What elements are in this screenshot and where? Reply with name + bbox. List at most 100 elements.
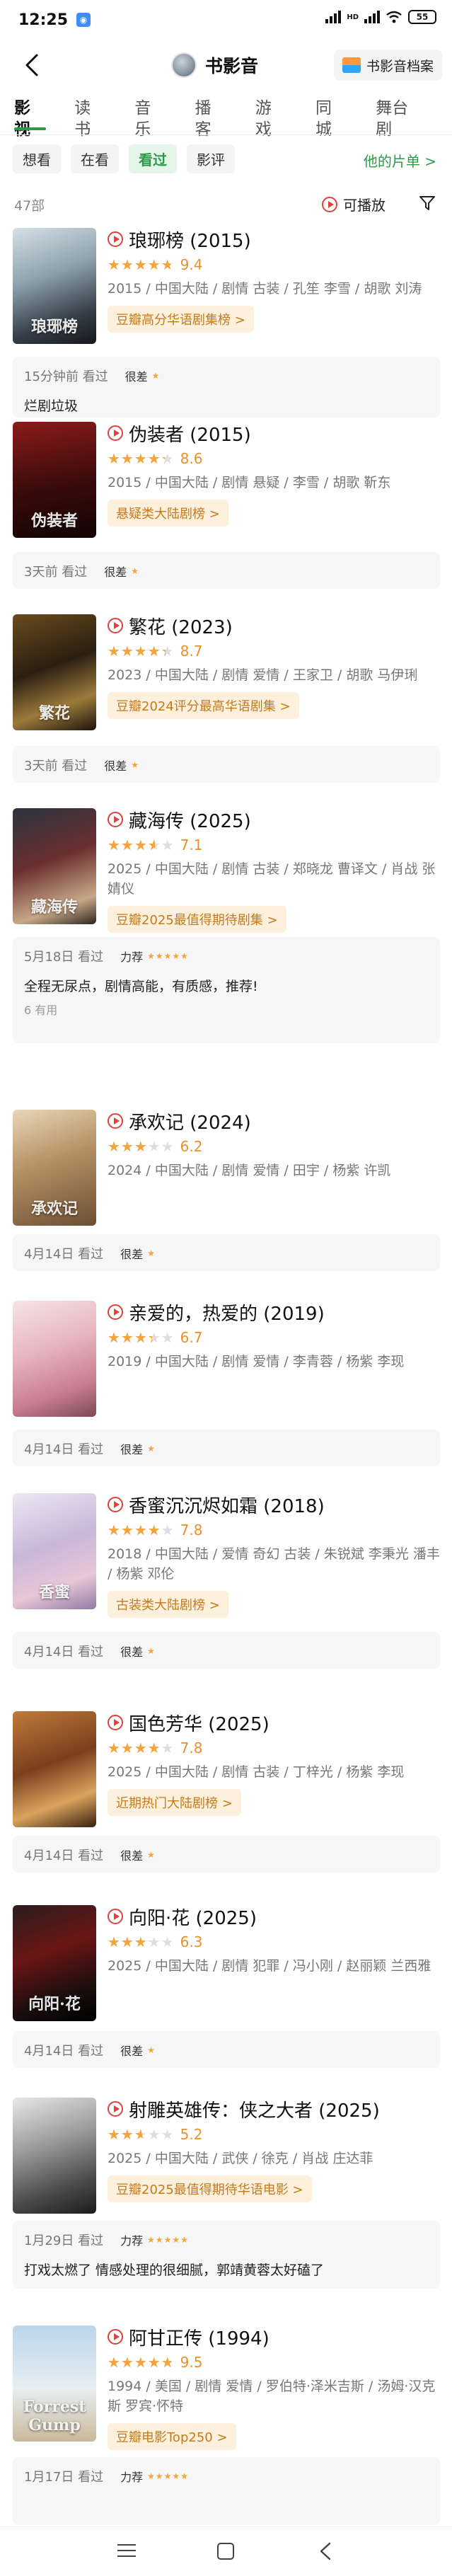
review-box[interactable]: 4月14日 看过 很差 ★	[13, 1234, 440, 1271]
play-icon[interactable]	[108, 2329, 123, 2345]
tab-podcast[interactable]: 播客	[195, 98, 227, 139]
list-item[interactable]: 承欢记 承欢记 (2024) ★★★★★★★★★★ 6.2 2024 / 中国大陆 / …	[0, 1110, 452, 1271]
title-row[interactable]: 亲爱的，热爱的 (2019)	[108, 1299, 440, 1326]
playable-filter[interactable]: 可播放	[322, 194, 386, 214]
tab-theater[interactable]: 舞台剧	[376, 98, 424, 139]
list-item[interactable]: 射雕英雄传：侠之大者 (2025) ★★★★★★★★★★ 5.2 2025 / 中国大…	[0, 2098, 452, 2289]
poster-image[interactable]	[13, 1711, 96, 1827]
item-title[interactable]: 香蜜沉沉烬如霜 (2018)	[129, 1492, 325, 1518]
poster-title: 繁花	[38, 704, 70, 723]
home-icon[interactable]	[217, 2543, 234, 2560]
poster-image[interactable]: 香蜜	[13, 1493, 96, 1609]
title-row[interactable]: 射雕英雄传：侠之大者 (2025)	[108, 2096, 440, 2122]
recent-apps-icon[interactable]	[117, 2544, 136, 2558]
title-row[interactable]: 向阳·花 (2025)	[108, 1904, 440, 1930]
user-block[interactable]: 书影音	[171, 52, 258, 78]
playlist-link[interactable]: 他的片单 >	[364, 150, 436, 171]
list-item[interactable]: Forrest Gump 阿甘正传 (1994) ★★★★★ ★★★★★ 9.5 1994…	[0, 2325, 452, 2525]
list-item[interactable]: 伪装者 伪装者 (2015) ★★★★★★★★★★ 8.6 2015 / 中国大陆 / …	[0, 422, 452, 589]
chart-tag[interactable]: 豆瓣电影Top250 >	[108, 2423, 236, 2450]
chart-tag[interactable]: 豆瓣2025最值得期待华语电影 >	[108, 2175, 312, 2202]
tab-books[interactable]: 读书	[74, 98, 106, 139]
poster-image[interactable]: 藏海传	[13, 808, 96, 924]
review-box[interactable]: 4月14日 看过 很差 ★	[13, 1632, 440, 1669]
chart-tag[interactable]: 悬疑类大陆剧榜 >	[108, 500, 228, 527]
play-icon[interactable]	[108, 1715, 123, 1730]
chart-tag[interactable]: 古装类大陆剧榜 >	[108, 1591, 228, 1618]
review-date: 3天前 看过	[24, 565, 88, 580]
tab-music[interactable]: 音乐	[134, 98, 166, 139]
list-item[interactable]: 国色芳华 (2025) ★★★★★★★★★★ 7.8 2025 / 中国大陆 / 剧情…	[0, 1711, 452, 1873]
chart-tag[interactable]: 近期热门大陆剧榜 >	[108, 1789, 241, 1816]
item-title[interactable]: 繁花 (2023)	[129, 613, 233, 639]
poster-image[interactable]: Forrest Gump	[13, 2325, 96, 2442]
item-title[interactable]: 藏海传 (2025)	[129, 807, 251, 833]
poster-image[interactable]: 繁花	[13, 614, 96, 730]
chart-tag[interactable]: 豆瓣高分华语剧集榜 >	[108, 306, 254, 333]
item-title[interactable]: 琅琊榜 (2015)	[129, 226, 251, 253]
play-icon[interactable]	[108, 2101, 123, 2117]
avatar[interactable]	[171, 52, 197, 78]
review-box[interactable]: 4月14日 看过 很差 ★	[13, 1836, 440, 1873]
poster-image[interactable]: 承欢记	[13, 1110, 96, 1226]
title-row[interactable]: 阿甘正传 (1994)	[108, 2324, 440, 2350]
item-info: 琅琊榜 (2015) ★★★★★ ★★★★★ 9.4 2015 / 中国大陆 / 剧情 …	[108, 228, 440, 333]
play-icon[interactable]	[108, 1304, 123, 1320]
review-stars: ★	[147, 1646, 156, 1656]
item-title[interactable]: 国色芳华 (2025)	[129, 1710, 270, 1736]
poster-image[interactable]: 琅琊榜	[13, 228, 96, 344]
item-title[interactable]: 伪装者 (2015)	[129, 420, 251, 447]
title-row[interactable]: 琅琊榜 (2015)	[108, 226, 440, 253]
list-item[interactable]: 香蜜 香蜜沉沉烬如霜 (2018) ★★★★★★★★★★ 7.8 2018 / 中国大陆…	[0, 1493, 452, 1669]
title-row[interactable]: 繁花 (2023)	[108, 613, 440, 639]
nav-back-icon[interactable]	[317, 2541, 334, 2561]
review-stars: ★	[147, 1248, 156, 1258]
chart-tag[interactable]: 豆瓣2024评分最高华语剧集 >	[108, 692, 299, 719]
tab-watched[interactable]: 看过	[129, 144, 177, 173]
review-box[interactable]: 3天前 看过 很差 ★	[13, 746, 440, 783]
play-icon[interactable]	[108, 812, 123, 827]
chart-tag[interactable]: 豆瓣2025最值得期待剧集 >	[108, 906, 286, 933]
item-title[interactable]: 射雕英雄传：侠之大者 (2025)	[129, 2096, 380, 2122]
tab-reviews[interactable]: 影评	[187, 144, 235, 173]
poster-image[interactable]: 向阳·花	[13, 1905, 96, 2021]
item-title[interactable]: 向阳·花 (2025)	[129, 1904, 257, 1930]
list-item[interactable]: 藏海传 藏海传 (2025) ★★★★★★★★★★ 7.1 2025 / 中国大陆 / …	[0, 808, 452, 1043]
list-item[interactable]: 亲爱的，热爱的 (2019) ★★★★★★★★★★ 6.7 2019 / 中国大陆 /…	[0, 1301, 452, 1466]
poster-image[interactable]: 伪装者	[13, 422, 96, 538]
title-row[interactable]: 香蜜沉沉烬如霜 (2018)	[108, 1492, 440, 1518]
tab-watching[interactable]: 在看	[71, 144, 119, 173]
item-title[interactable]: 阿甘正传 (1994)	[129, 2324, 270, 2350]
play-icon[interactable]	[108, 231, 123, 247]
play-icon[interactable]	[108, 425, 123, 441]
list-item[interactable]: 向阳·花 向阳·花 (2025) ★★★★★★★★★★ 6.3 2025 / 中国大陆 …	[0, 1905, 452, 2068]
tab-games[interactable]: 游戏	[255, 98, 287, 139]
poster-image[interactable]	[13, 2098, 96, 2214]
list-item[interactable]: 繁花 繁花 (2023) ★★★★★★★★★★ 8.7 2023 / 中国大陆 / 剧情…	[0, 614, 452, 783]
archive-button[interactable]: 书影音档案	[333, 50, 442, 81]
tab-film[interactable]: 影视	[14, 98, 47, 139]
review-box[interactable]: 3天前 看过 很差 ★	[13, 552, 440, 589]
item-title[interactable]: 承欢记 (2024)	[129, 1108, 251, 1134]
play-icon[interactable]	[108, 1497, 123, 1512]
back-arrow-icon[interactable]	[18, 51, 47, 79]
tab-local[interactable]: 同城	[315, 98, 347, 139]
review-box[interactable]: 15分钟前 看过 很差 ★ 烂剧垃圾	[13, 357, 440, 418]
play-icon[interactable]	[108, 618, 123, 633]
poster-image[interactable]	[13, 1301, 96, 1417]
play-icon[interactable]	[108, 1113, 123, 1129]
review-box[interactable]: 1月29日 看过 力荐 ★★★★★ 打戏太燃了 情感处理的很细腻，郭靖黄蓉太好磕了	[13, 2221, 440, 2289]
list-item[interactable]: 琅琊榜 琅琊榜 (2015) ★★★★★ ★★★★★ 9.4 2015 / 中国大陆 / …	[0, 228, 452, 418]
title-row[interactable]: 伪装者 (2015)	[108, 420, 440, 447]
review-box[interactable]: 4月14日 看过 很差 ★	[13, 1430, 440, 1466]
play-icon[interactable]	[108, 1909, 123, 1924]
tab-want[interactable]: 想看	[13, 144, 61, 173]
title-row[interactable]: 承欢记 (2024)	[108, 1108, 440, 1134]
review-box[interactable]: 4月14日 看过 很差 ★	[13, 2031, 440, 2068]
filter-icon[interactable]	[418, 194, 436, 212]
review-box[interactable]: 1月17日 看过 力荐 ★★★★★	[13, 2457, 440, 2525]
title-row[interactable]: 国色芳华 (2025)	[108, 1710, 440, 1736]
item-title[interactable]: 亲爱的，热爱的 (2019)	[129, 1299, 325, 1326]
review-box[interactable]: 5月18日 看过 力荐 ★★★★★ 全程无尿点，剧情高能，有质感，推荐! 6 有用	[13, 937, 440, 1043]
title-row[interactable]: 藏海传 (2025)	[108, 807, 440, 833]
